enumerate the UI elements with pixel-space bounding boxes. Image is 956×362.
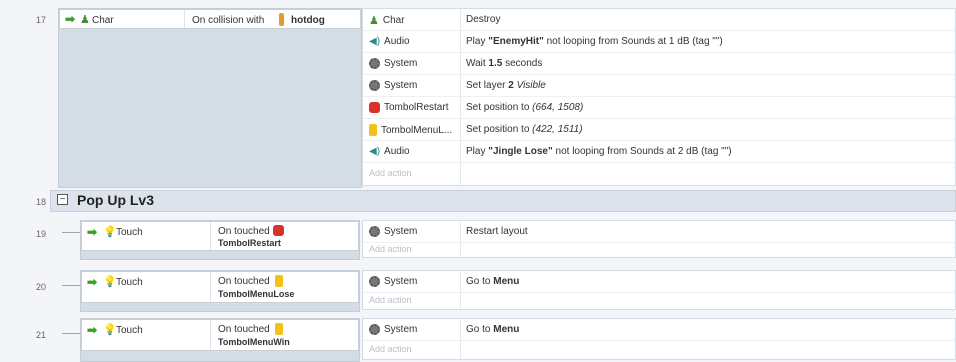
character-icon: ♟: [80, 14, 90, 26]
gear-icon: [369, 324, 380, 335]
condition-object: Touch: [116, 227, 143, 238]
event-21-condition-area[interactable]: ➡ 💡 Touch On touched TombolMenuWin: [80, 318, 360, 362]
action-text: Set position to (422, 1511): [466, 124, 583, 135]
add-action-link[interactable]: Add action: [369, 168, 412, 178]
action-row[interactable]: System Go to Menu: [363, 271, 955, 293]
add-action-row[interactable]: Add action: [363, 293, 955, 309]
gear-icon: [369, 80, 380, 91]
add-action-link[interactable]: Add action: [369, 244, 412, 254]
action-text: Play "Jingle Lose" not looping from Soun…: [466, 146, 732, 157]
action-object: System: [384, 226, 418, 237]
action-object: System: [384, 58, 418, 69]
action-text: Set layer 2 Visible: [466, 80, 546, 91]
event-19-actions: System Restart layout Add action: [362, 220, 956, 258]
gear-icon: [369, 276, 380, 287]
condition-row[interactable]: ➡ 💡 Touch On touched TombolMenuLose: [81, 271, 359, 303]
action-row[interactable]: System Wait 1.5 seconds: [363, 53, 955, 75]
touch-icon: 💡: [103, 276, 117, 288]
speaker-icon: ◀): [369, 146, 381, 157]
menu-button-icon: [369, 124, 377, 136]
action-object: System: [384, 324, 418, 335]
action-text: Go to Menu: [466, 276, 520, 287]
group-header[interactable]: − Pop Up Lv3: [50, 190, 956, 212]
event-number: 21: [35, 330, 46, 340]
speaker-icon: ◀): [369, 36, 381, 47]
condition-text: On touched: [218, 324, 270, 335]
condition-object: Touch: [116, 325, 143, 336]
arrow-right-icon: ➡: [87, 275, 98, 289]
action-text: Restart layout: [466, 226, 528, 237]
action-text: Play "EnemyHit" not looping from Sounds …: [466, 36, 723, 47]
action-row[interactable]: System Go to Menu: [363, 319, 955, 341]
condition-target: TombolMenuWin: [218, 337, 290, 347]
action-object: System: [384, 276, 418, 287]
restart-button-icon: [273, 225, 284, 236]
arrow-right-icon: ➡: [65, 12, 76, 26]
action-text: Go to Menu: [466, 324, 520, 335]
event-20-actions: System Go to Menu Add action: [362, 270, 956, 310]
action-object: Audio: [384, 36, 410, 47]
menu-button-icon: [275, 323, 283, 335]
group-title: Pop Up Lv3: [77, 192, 155, 208]
event-17-actions: ♟ Char Destroy ◀) Audio Play "EnemyHit" no…: [362, 8, 956, 186]
action-row[interactable]: TombolMenuL... Set position to (422, 151…: [363, 119, 955, 141]
action-row[interactable]: ◀) Audio Play "EnemyHit" not looping from…: [363, 31, 955, 53]
action-object: Audio: [384, 146, 410, 157]
condition-object: Char: [92, 15, 114, 26]
event-number: 17: [35, 15, 46, 25]
action-row[interactable]: ♟ Char Destroy: [363, 9, 955, 31]
arrow-right-icon: ➡: [87, 225, 98, 239]
action-text: Wait 1.5 seconds: [466, 58, 543, 69]
condition-text: On touched: [218, 276, 270, 287]
touch-icon: 💡: [103, 324, 117, 336]
event-20-condition-area[interactable]: ➡ 💡 Touch On touched TombolMenuLose: [80, 270, 360, 312]
action-row[interactable]: System Set layer 2 Visible: [363, 75, 955, 97]
add-action-link[interactable]: Add action: [369, 295, 412, 305]
action-row[interactable]: System Restart layout: [363, 221, 955, 243]
arrow-right-icon: ➡: [87, 323, 98, 337]
condition-row[interactable]: ➡ 💡 Touch On touched TombolRestart: [81, 221, 359, 251]
action-text: Destroy: [466, 14, 501, 25]
action-row[interactable]: TombolRestart Set position to (664, 1508…: [363, 97, 955, 119]
add-action-row[interactable]: Add action: [363, 163, 955, 185]
character-icon: ♟: [369, 15, 379, 27]
condition-object: Touch: [116, 277, 143, 288]
condition-target: hotdog: [291, 15, 325, 26]
event-19-condition-area[interactable]: ➡ 💡 Touch On touched TombolRestart: [80, 220, 360, 260]
event-21-actions: System Go to Menu Add action: [362, 318, 956, 360]
add-action-link[interactable]: Add action: [369, 344, 412, 354]
restart-button-icon: [369, 102, 380, 113]
event-number: 18: [35, 197, 46, 207]
action-object: Char: [382, 15, 405, 26]
hotdog-icon: [279, 13, 284, 26]
menu-button-icon: [275, 275, 283, 287]
add-action-row[interactable]: Add action: [363, 242, 955, 258]
touch-icon: 💡: [103, 226, 117, 238]
action-text: Set position to (664, 1508): [466, 102, 584, 113]
condition-target: TombolMenuLose: [218, 289, 295, 299]
add-action-row[interactable]: Add action: [363, 341, 955, 359]
gear-icon: [369, 58, 380, 69]
condition-target: TombolRestart: [218, 238, 281, 248]
event-number: 20: [35, 282, 46, 292]
condition-row[interactable]: ➡ 💡 Touch On touched TombolMenuWin: [81, 319, 359, 351]
condition-text: On touched: [218, 226, 270, 237]
action-object: TombolMenuL...: [381, 124, 453, 136]
condition-text: On collision with: [192, 15, 265, 26]
gear-icon: [369, 226, 380, 237]
action-row[interactable]: ◀) Audio Play "Jingle Lose" not looping f…: [363, 141, 955, 163]
action-object: TombolRestart: [384, 102, 449, 113]
event-17-condition-area[interactable]: ➡ ♟ Char On collision with hotdog: [58, 8, 362, 188]
action-object: System: [384, 80, 418, 91]
collapse-toggle[interactable]: −: [57, 194, 68, 205]
condition-row[interactable]: ➡ ♟ Char On collision with hotdog: [59, 9, 361, 29]
event-number: 19: [35, 229, 46, 239]
